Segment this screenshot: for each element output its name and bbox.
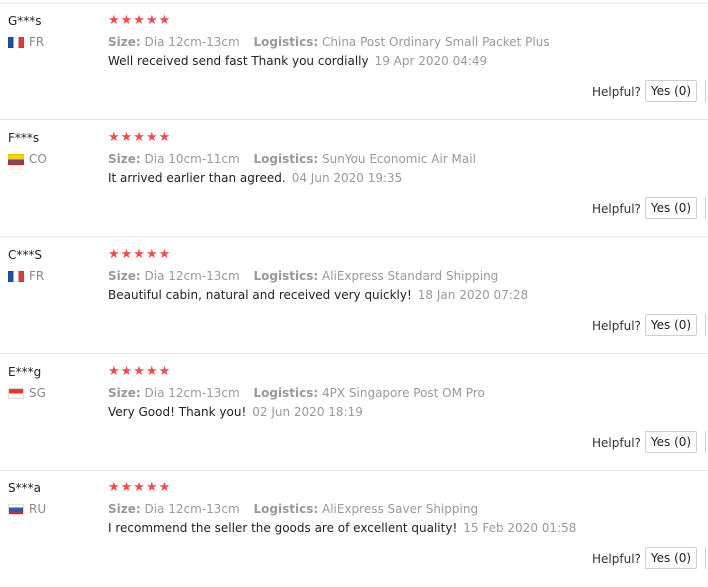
helpful-yes-button[interactable]: Yes (0) [645, 547, 697, 569]
logistics-value: SunYou Economic Air Mail [322, 152, 476, 166]
review-attributes: Size: Dia 12cm-13cm Logistics: China Pos… [108, 35, 550, 49]
size-value: Dia 12cm-13cm [144, 35, 240, 49]
reviewer-country: CO [8, 152, 47, 166]
logistics-value: AliExpress Saver Shipping [322, 502, 479, 516]
reviewer-country: SG [8, 386, 46, 400]
france-flag-icon [8, 270, 24, 282]
logistics-label: Logistics: [253, 152, 319, 166]
colombia-flag-icon [8, 153, 24, 165]
review-item: F***s CO ★★★★★ Size: Dia 10cm-11cm Logis… [0, 121, 708, 237]
reviewer-country: RU [8, 502, 46, 516]
review-text: Very Good! Thank you! [108, 405, 247, 419]
helpful-yes-button[interactable]: Yes (0) [645, 431, 697, 453]
star-rating: ★★★★★ [108, 247, 172, 262]
review-content: Well received send fast Thank you cordia… [108, 54, 487, 68]
logistics-value: 4PX Singapore Post OM Pro [322, 386, 485, 400]
helpful-label: Helpful? [592, 202, 641, 216]
helpful-label: Helpful? [592, 552, 641, 566]
country-code: RU [29, 502, 47, 516]
review-date: 18 Jan 2020 07:28 [417, 288, 529, 302]
review-attributes: Size: Dia 12cm-13cm Logistics: AliExpres… [108, 269, 498, 283]
review-text: I recommend the seller the goods are of … [108, 521, 458, 535]
review-text: Beautiful cabin, natural and received ve… [108, 288, 412, 302]
size-label: Size: [108, 502, 141, 516]
size-value: Dia 12cm-13cm [144, 269, 240, 283]
helpful-label: Helpful? [592, 436, 641, 450]
country-code: CO [29, 152, 47, 166]
country-code: FR [29, 35, 45, 49]
reviewer-name: G***s [8, 14, 42, 28]
logistics-label: Logistics: [253, 502, 319, 516]
review-item: E***g SG ★★★★★ Size: Dia 12cm-13cm Logis… [0, 355, 708, 471]
star-rating: ★★★★★ [108, 480, 172, 495]
country-code: SG [29, 386, 46, 400]
logistics-value: China Post Ordinary Small Packet Plus [322, 35, 550, 49]
reviewer-name: C***S [8, 248, 42, 262]
reviewer-name: F***s [8, 131, 40, 145]
country-code: FR [29, 269, 45, 283]
logistics-value: AliExpress Standard Shipping [322, 269, 499, 283]
france-flag-icon [8, 36, 24, 48]
size-value: Dia 12cm-13cm [144, 386, 240, 400]
review-date: 19 Apr 2020 04:49 [374, 54, 488, 68]
logistics-label: Logistics: [253, 35, 319, 49]
review-item: G***s FR ★★★★★ Size: Dia 12cm-13cm Logis… [0, 4, 708, 120]
star-rating: ★★★★★ [108, 364, 172, 379]
review-item: C***S FR ★★★★★ Size: Dia 12cm-13cm Logis… [0, 238, 708, 354]
review-content: Very Good! Thank you! 02 Jun 2020 18:19 [108, 405, 363, 419]
helpful-yes-button[interactable]: Yes (0) [645, 314, 697, 336]
review-text: It arrived earlier than agreed. [108, 171, 286, 185]
helpful-label: Helpful? [592, 319, 641, 333]
review-date: 04 Jun 2020 19:35 [291, 171, 403, 185]
review-content: Beautiful cabin, natural and received ve… [108, 288, 528, 302]
size-label: Size: [108, 386, 141, 400]
review-attributes: Size: Dia 12cm-13cm Logistics: 4PX Singa… [108, 386, 485, 400]
review-content: It arrived earlier than agreed. 04 Jun 20… [108, 171, 402, 185]
helpful-label: Helpful? [592, 85, 641, 99]
review-content: I recommend the seller the goods are of … [108, 521, 576, 535]
reviewer-name: E***g [8, 365, 42, 379]
helpful-yes-button[interactable]: Yes (0) [645, 197, 697, 219]
singapore-flag-icon [8, 387, 24, 399]
review-attributes: Size: Dia 12cm-13cm Logistics: AliExpres… [108, 502, 478, 516]
review-date: 15 Feb 2020 01:58 [463, 521, 577, 535]
size-label: Size: [108, 152, 141, 166]
logistics-label: Logistics: [253, 386, 319, 400]
size-value: Dia 12cm-13cm [144, 502, 240, 516]
size-value: Dia 10cm-11cm [144, 152, 240, 166]
review-text: Well received send fast Thank you cordia… [108, 54, 369, 68]
reviewer-country: FR [8, 35, 44, 49]
star-rating: ★★★★★ [108, 13, 172, 28]
size-label: Size: [108, 35, 141, 49]
star-rating: ★★★★★ [108, 130, 172, 145]
review-attributes: Size: Dia 10cm-11cm Logistics: SunYou Ec… [108, 152, 476, 166]
reviewer-country: FR [8, 269, 44, 283]
reviewer-name: S***a [8, 481, 41, 495]
review-item: S***a RU ★★★★★ Size: Dia 12cm-13cm Logis… [0, 471, 708, 587]
helpful-yes-button[interactable]: Yes (0) [645, 80, 697, 102]
russia-flag-icon [8, 503, 24, 515]
review-date: 02 Jun 2020 18:19 [252, 405, 363, 419]
logistics-label: Logistics: [253, 269, 319, 283]
size-label: Size: [108, 269, 141, 283]
